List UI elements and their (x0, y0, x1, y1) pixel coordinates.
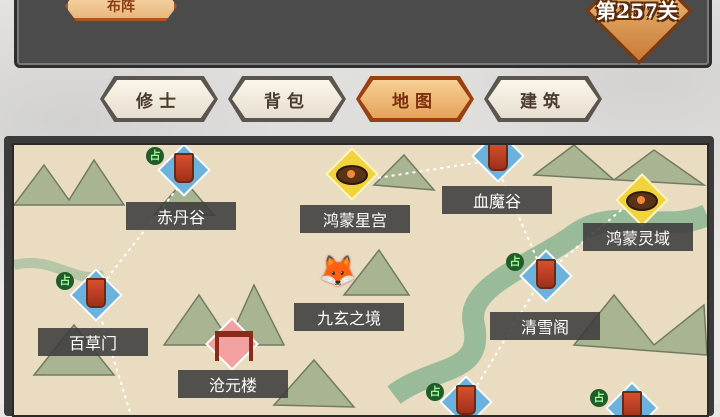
tab-building[interactable]: 建筑 (484, 76, 602, 122)
banner-icon (174, 153, 194, 183)
tab-label: 建筑 (520, 91, 566, 112)
lock-icon: 占 (56, 272, 74, 290)
location-label: 沧元楼 (178, 370, 288, 398)
lock-icon: 占 (590, 389, 608, 407)
location-label: 九玄之境 (294, 303, 404, 331)
formation-button[interactable]: 布阵 (65, 0, 177, 21)
location-label: 鸿蒙星宫 (300, 205, 410, 233)
tab-map[interactable]: 地图 (356, 76, 474, 122)
tab-backpack[interactable]: 背包 (228, 76, 346, 122)
location-label: 百草门 (38, 328, 148, 356)
fox-icon: 🦊 (319, 254, 357, 289)
gate-icon (215, 331, 253, 361)
banner-icon (622, 391, 642, 415)
level-label: 第257关 (596, 0, 678, 23)
lock-icon: 占 (146, 147, 164, 165)
location-label: 鸿蒙灵域 (583, 223, 693, 251)
banner-icon (86, 278, 106, 308)
banner-icon (536, 259, 556, 289)
tab-cultivator[interactable]: 修士 (100, 76, 218, 122)
banner-icon (488, 145, 508, 171)
eye-icon (626, 191, 658, 211)
lock-icon: 占 (426, 383, 444, 401)
location-label: 赤丹谷 (126, 202, 236, 230)
formation-button-label: 布阵 (107, 0, 135, 15)
location-label: 血魔谷 (442, 186, 552, 214)
tab-label: 修士 (136, 91, 182, 112)
banner-icon (456, 385, 476, 415)
top-panel: 布阵 第257关 (14, 0, 712, 68)
tab-label: 地图 (392, 91, 438, 112)
location-label: 清雪阁 (490, 312, 600, 340)
tab-label: 背包 (264, 91, 310, 112)
eye-icon (336, 165, 368, 185)
level-badge: 第257关 (585, 0, 693, 65)
lock-icon: 占 (506, 253, 524, 271)
world-map[interactable]: 占 赤丹谷 鸿蒙星宫 血魔谷 鸿蒙灵域 占 百草门 🦊 九玄之境 占 清雪阁 沧… (12, 143, 709, 417)
